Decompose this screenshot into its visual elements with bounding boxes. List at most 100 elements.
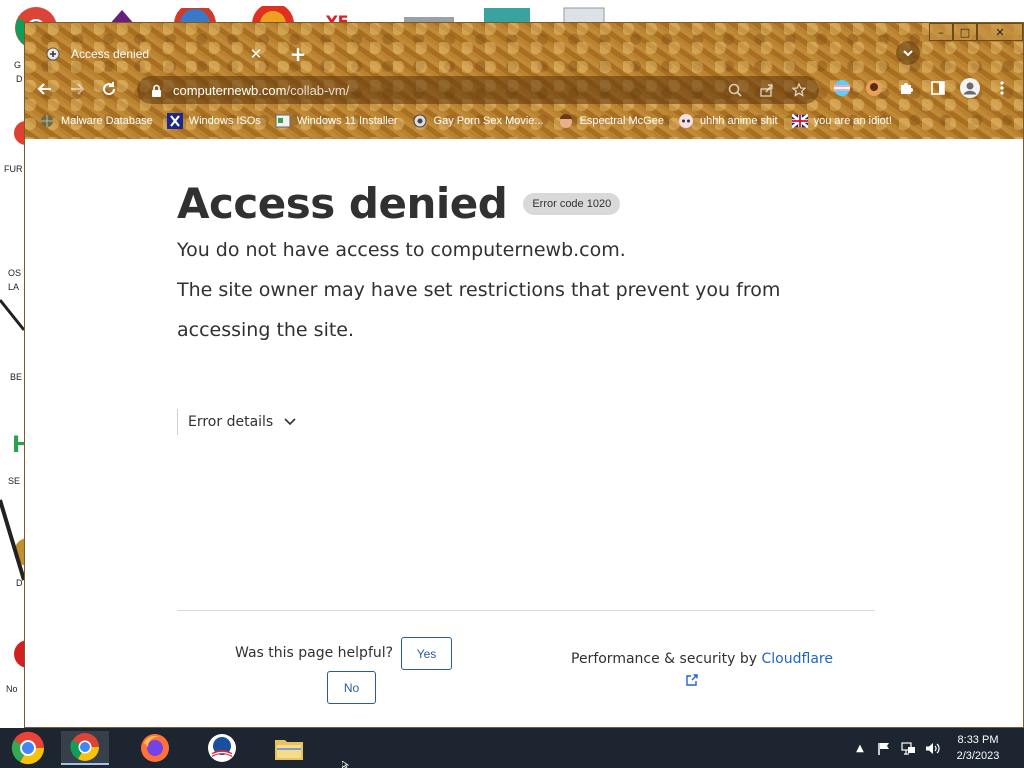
forward-arrow-icon	[71, 83, 85, 95]
action-center-flag-icon[interactable]	[876, 740, 892, 756]
trans-flag-extension-icon[interactable]	[831, 77, 853, 99]
taskbar: ▲ 8:33 PM 2/3/2023	[0, 728, 1024, 768]
bookmark-label: you are an idiot!	[813, 115, 892, 127]
start-button[interactable]	[4, 731, 52, 765]
heading-row: Access denied Error code 1020	[177, 179, 621, 228]
bookmark-uhhh-anime[interactable]: uhhh anime shit	[678, 113, 778, 129]
chevron-down-icon	[903, 50, 913, 57]
bookmark-you-are-an-idiot[interactable]: you are an idiot!	[791, 113, 892, 129]
puzzle-extensions-icon[interactable]	[895, 77, 917, 99]
avatar-extension-icon[interactable]	[863, 77, 885, 99]
obama-logo-icon	[208, 734, 236, 762]
taskbar-firefox[interactable]	[131, 731, 179, 765]
error-code-badge: Error code 1020	[523, 192, 621, 215]
clock-time: 8:33 PM	[957, 734, 999, 746]
forward-button[interactable]	[65, 77, 89, 101]
anime-favicon-icon	[678, 113, 694, 129]
x-logo-icon	[166, 113, 183, 129]
bookmark-windows-11-installer[interactable]: Windows 11 Installer	[275, 113, 398, 129]
kebab-menu-icon[interactable]	[991, 77, 1013, 99]
bookmark-windows-isos[interactable]: Windows ISOs	[166, 113, 261, 129]
volume-icon[interactable]	[924, 740, 940, 756]
firefox-icon	[141, 734, 169, 762]
close-window-button[interactable]: ✕	[977, 23, 1023, 41]
restriction-message-line1: The site owner may have set restrictions…	[177, 279, 781, 301]
no-button[interactable]: No	[327, 671, 376, 704]
performance-prefix: Performance & security by	[571, 651, 762, 667]
page-title: Access denied	[177, 179, 508, 228]
bookmark-label: Windows 11 Installer	[296, 115, 398, 127]
gear-favicon-icon	[412, 113, 428, 129]
url-host: computernewb.com	[173, 82, 287, 98]
folder-icon	[275, 740, 303, 760]
bookmark-label: uhhh anime shit	[699, 115, 778, 127]
tab-title: Access denied	[71, 47, 150, 61]
bookmark-label: Gay Porn Sex Movie...	[433, 115, 544, 127]
taskbar-chrome[interactable]	[61, 731, 109, 765]
bookmark-malware-database[interactable]: Malware Database	[39, 113, 153, 129]
taskbar-file-explorer[interactable]	[265, 731, 313, 765]
zoom-search-icon[interactable]	[723, 78, 747, 102]
tab-access-denied[interactable]: Access denied ✕	[35, 38, 275, 70]
back-button[interactable]	[33, 77, 57, 101]
external-link-icon[interactable]	[685, 673, 699, 687]
bookmark-item[interactable]: Gay Porn Sex Movie...	[412, 113, 544, 129]
taskbar-clock[interactable]: 8:33 PM 2/3/2023	[948, 732, 1008, 764]
lock-icon[interactable]	[149, 83, 163, 97]
desktop-label: G	[14, 60, 22, 70]
cloudflare-link[interactable]: Cloudflare	[762, 651, 833, 667]
bookmark-star-icon[interactable]	[787, 78, 811, 102]
reload-icon	[103, 82, 116, 96]
installer-icon	[275, 113, 291, 129]
minimize-button[interactable]: –	[929, 23, 953, 41]
start-orb-icon	[11, 731, 45, 765]
desktop-label: LA	[8, 282, 20, 292]
network-icon[interactable]	[900, 740, 916, 756]
error-details-toggle[interactable]: Error details	[177, 409, 297, 435]
url-path: /collab-vm/	[286, 82, 350, 98]
desktop-wallpaper-lines	[0, 299, 24, 581]
bookmark-label: Espectral McGee	[579, 115, 664, 127]
profile-avatar-icon[interactable]	[959, 77, 981, 99]
address-bar[interactable]: computernewb.com/collab-vm/	[137, 76, 819, 104]
chevron-down-icon	[283, 415, 297, 429]
window-controls: – □ ✕	[929, 23, 1023, 41]
toolbar: computernewb.com/collab-vm/	[25, 73, 1023, 105]
face-favicon-icon	[558, 113, 574, 129]
taskbar-obama-logo-app[interactable]	[198, 731, 246, 765]
system-tray: ▲	[844, 740, 940, 756]
page-content: Access denied Error code 1020 You do not…	[25, 139, 1023, 727]
access-message: You do not have access to computernewb.c…	[177, 239, 626, 261]
helpful-question: Was this page helpful?	[235, 645, 394, 661]
restriction-message-line2: accessing the site.	[177, 319, 355, 341]
footer-divider	[177, 610, 875, 611]
url-text[interactable]: computernewb.com/collab-vm/	[173, 83, 723, 98]
desktop-label: No	[6, 684, 18, 694]
tab-search-button[interactable]	[896, 41, 920, 65]
back-arrow-icon	[37, 83, 51, 95]
share-icon[interactable]	[755, 78, 779, 102]
bookmarks-bar: Malware Database Windows ISOs Windows 11…	[25, 109, 1023, 133]
error-details-label: Error details	[188, 414, 274, 430]
desktop-label: BE	[10, 372, 23, 382]
mouse-cursor-icon	[342, 761, 350, 768]
browser-window: Access denied ✕ + – □ ✕ computernewb.com…	[24, 22, 1024, 728]
show-hidden-icons-icon[interactable]: ▲	[852, 740, 868, 756]
new-tab-button[interactable]: +	[287, 43, 309, 65]
tab-close-icon[interactable]: ✕	[247, 45, 265, 63]
desktop-label: FUR	[4, 164, 23, 174]
clock-date: 2/3/2023	[956, 750, 1000, 762]
side-panel-icon[interactable]	[927, 77, 949, 99]
chrome-icon	[70, 733, 99, 761]
globe-icon	[39, 113, 55, 129]
desktop-label: SE	[8, 476, 21, 486]
reload-button[interactable]	[97, 77, 121, 101]
maximize-button[interactable]: □	[953, 23, 977, 41]
desktop-label: D	[16, 578, 23, 588]
bookmark-label: Malware Database	[61, 115, 153, 127]
desktop-label: D	[16, 74, 23, 84]
flag-favicon-icon	[791, 113, 808, 129]
browser-frame: Access denied ✕ + – □ ✕ computernewb.com…	[25, 23, 1023, 139]
yes-button[interactable]: Yes	[401, 637, 452, 670]
bookmark-espectral-mcgee[interactable]: Espectral McGee	[558, 113, 664, 129]
